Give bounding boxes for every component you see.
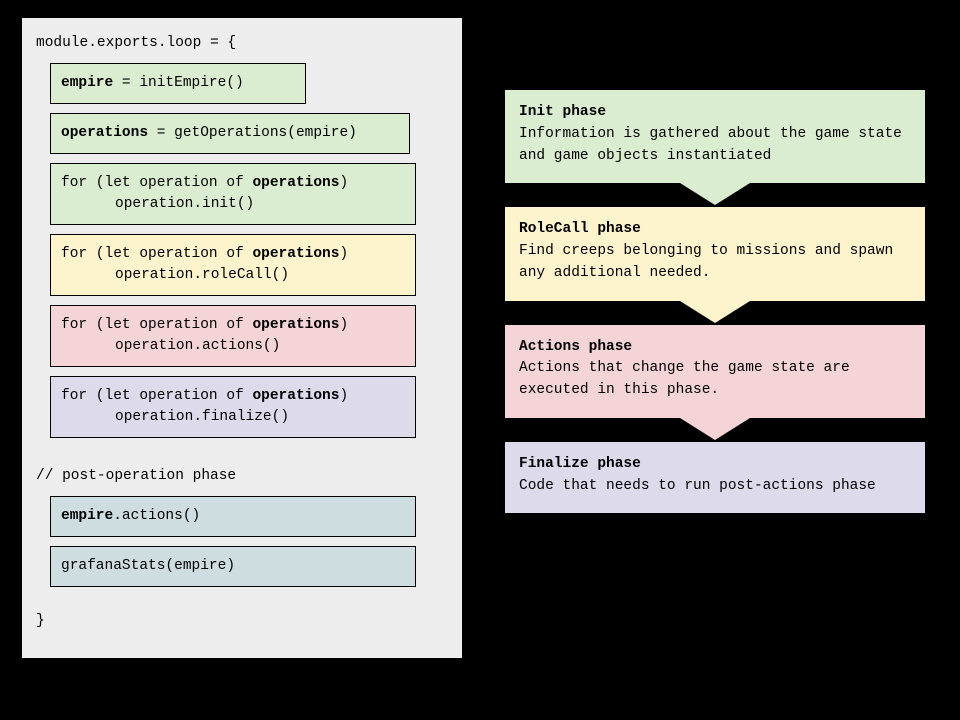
phase-desc: Code that needs to run post-actions phas… <box>519 476 911 498</box>
phase-box: Actions phaseActions that change the gam… <box>505 325 925 418</box>
code-header: module.exports.loop = { <box>36 32 448 54</box>
code-box: for (let operation of operations)operati… <box>50 305 416 367</box>
code-box: for (let operation of operations)operati… <box>50 234 416 296</box>
phase-title: Finalize phase <box>519 454 911 476</box>
phase-title: Init phase <box>519 102 911 124</box>
phase-desc: Find creeps belonging to missions and sp… <box>519 241 911 285</box>
phase-desc: Actions that change the game state are e… <box>519 358 911 402</box>
code-comment: // post-operation phase <box>36 465 448 487</box>
code-box: grafanaStats(empire) <box>50 546 416 587</box>
code-box: empire.actions() <box>50 496 416 537</box>
chevron-down-icon <box>680 183 750 205</box>
chevron-down-icon <box>680 418 750 440</box>
code-boxes-container: empire = initEmpire() operations = getOpe… <box>36 63 448 438</box>
code-panel: module.exports.loop = { empire = initEmp… <box>22 18 462 658</box>
phase-box: RoleCall phaseFind creeps belonging to m… <box>505 207 925 300</box>
phase-column: Init phaseInformation is gathered about … <box>505 90 925 513</box>
code-footer: } <box>36 610 448 632</box>
code-box: empire = initEmpire() <box>50 63 306 104</box>
phase-title: Actions phase <box>519 337 911 359</box>
phase-title: RoleCall phase <box>519 219 911 241</box>
chevron-down-icon <box>680 301 750 323</box>
code-box: operations = getOperations(empire) <box>50 113 410 154</box>
phase-box: Finalize phaseCode that needs to run pos… <box>505 442 925 514</box>
post-boxes-container: empire.actions() grafanaStats(empire) <box>36 496 448 587</box>
code-box: for (let operation of operations)operati… <box>50 376 416 438</box>
code-box: for (let operation of operations)operati… <box>50 163 416 225</box>
phase-desc: Information is gathered about the game s… <box>519 124 911 168</box>
phase-box: Init phaseInformation is gathered about … <box>505 90 925 183</box>
